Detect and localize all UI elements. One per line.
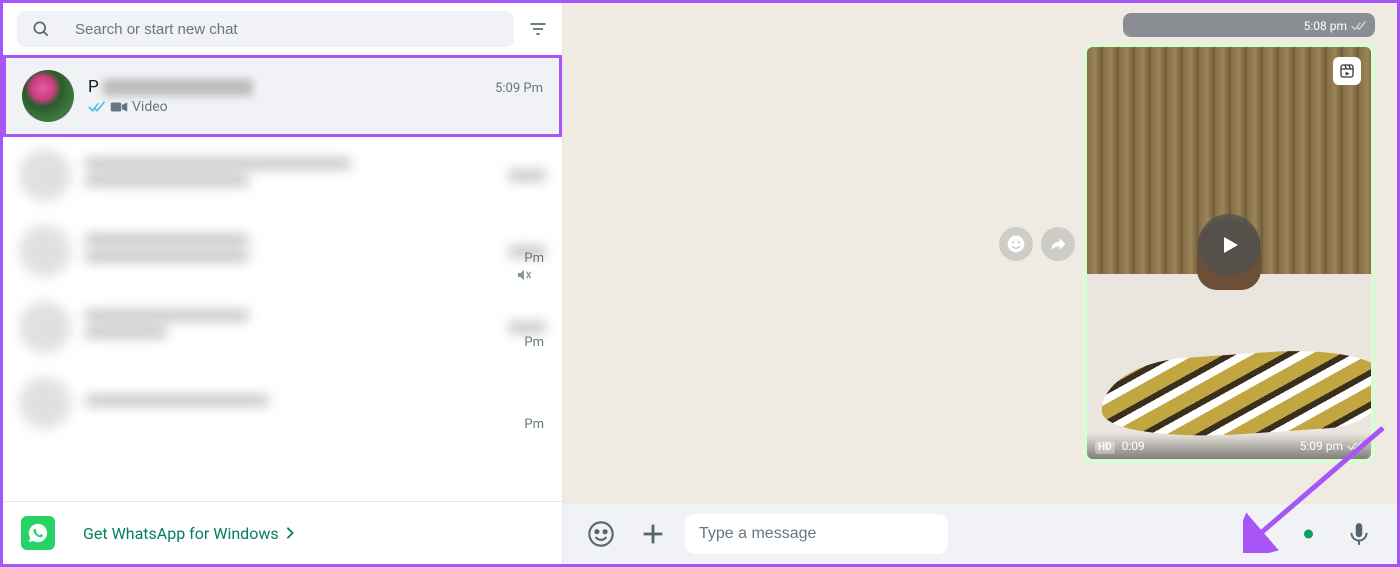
messages-area: 5:08 pm [563,3,1397,504]
filter-icon[interactable] [528,19,548,39]
chat-time: 5:09 Pm [495,81,543,96]
video-icon [110,100,128,114]
message-actions [999,227,1075,261]
hd-badge: HD [1095,441,1115,454]
attach-button[interactable] [633,514,673,554]
input-indicator-icon [1304,530,1313,539]
read-receipt-icon [1347,440,1363,452]
chat-time-partial: Pm [524,251,544,266]
message-time: 5:09 pm [1300,439,1343,453]
whatsapp-logo-icon [21,516,55,550]
promo-banner[interactable]: Get WhatsApp for Windows [3,501,562,564]
forward-button[interactable] [1041,227,1075,261]
chat-preview-label: Video [132,99,168,115]
read-receipt-icon [1351,20,1367,32]
search-bar [3,3,562,55]
chat-item-selected[interactable]: P 5:09 Pm Video [3,55,562,137]
video-thumbnail[interactable]: HD 0:09 5:09 pm [1087,47,1371,459]
chat-time-partial: Pm [524,335,544,350]
chevron-right-icon [285,526,295,540]
promo-text: Get WhatsApp for Windows [83,524,295,543]
composer [563,504,1397,564]
search-icon [31,19,51,39]
reel-icon [1333,57,1361,85]
chat-preview: Video [88,99,543,115]
message-time: 5:08 pm [1304,19,1347,33]
message-input[interactable] [685,514,948,554]
search-input[interactable] [75,21,500,38]
emoji-react-button[interactable] [999,227,1033,261]
blurred-chats [3,137,562,457]
mic-button[interactable] [1339,514,1379,554]
chat-time-partial: Pm [524,417,544,432]
chat-name: P [88,77,253,97]
chat-panel: 5:08 pm [563,3,1397,564]
mute-icon [516,267,532,283]
read-receipt-icon [88,100,106,114]
avatar [22,70,74,122]
search-input-container[interactable] [17,11,514,47]
message-bubble-prev[interactable]: 5:08 pm [1123,13,1375,37]
video-footer: HD 0:09 5:09 pm [1087,433,1371,459]
video-duration: 0:09 [1122,439,1145,453]
play-button[interactable] [1198,214,1260,276]
message-video-bubble[interactable]: HD 0:09 5:09 pm [1083,43,1375,463]
emoji-button[interactable] [581,514,621,554]
chat-list-panel: P 5:09 Pm Video [3,3,563,564]
chat-list: P 5:09 Pm Video [3,55,562,501]
